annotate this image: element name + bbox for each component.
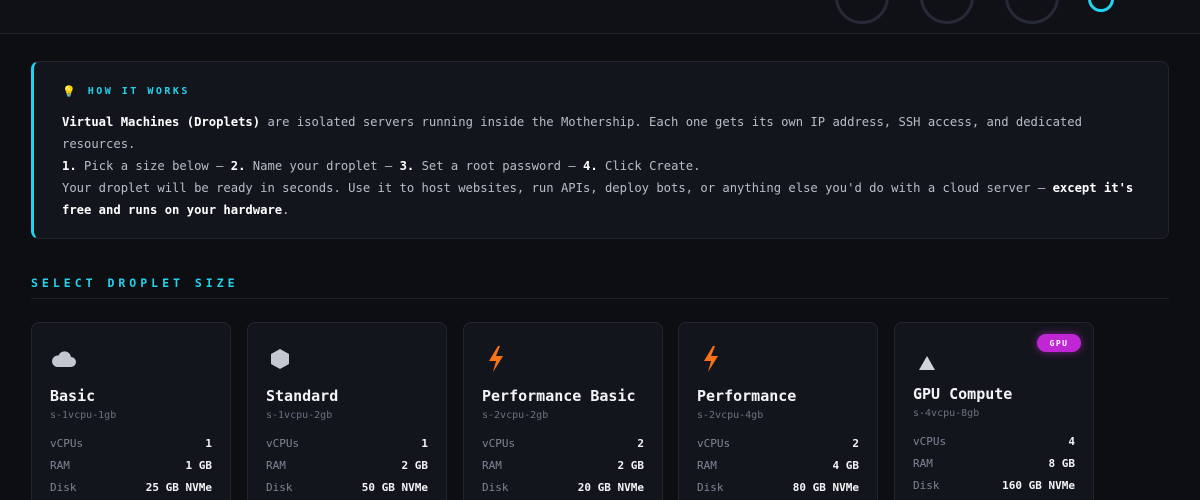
resource-gauge-3	[1005, 0, 1059, 24]
spec-disk: Disk 25 GB NVMe	[50, 480, 212, 494]
lightning-icon	[482, 345, 510, 373]
how-it-works-panel: 💡 HOW IT WORKS Virtual Machines (Droplet…	[31, 61, 1169, 239]
section-divider	[31, 298, 1169, 299]
spec-ram: RAM 2 GB	[266, 458, 428, 472]
card-name: Performance Basic	[482, 387, 636, 405]
card-slug: s-2vcpu-2gb	[482, 410, 549, 421]
spec-disk: Disk 50 GB NVMe	[266, 480, 428, 494]
spec-ram: RAM 8 GB	[913, 456, 1075, 470]
usage-paragraph: Your droplet will be ready in seconds. U…	[62, 181, 1134, 217]
droplet-size-card-standard[interactable]: Standard s-1vcpu-2gb vCPUs 1 RAM 2 GB Di…	[247, 322, 447, 500]
spec-vcpus: vCPUs 1	[50, 436, 212, 450]
how-it-works-title: HOW IT WORKS	[87, 85, 190, 97]
spec-vcpus: vCPUs 1	[266, 436, 428, 450]
spec-vcpus: vCPUs 2	[482, 436, 644, 450]
spec-ram: RAM 2 GB	[482, 458, 644, 472]
top-bar	[0, 0, 1200, 34]
spec-vcpus: vCPUs 2	[697, 436, 859, 450]
card-slug: s-1vcpu-2gb	[266, 410, 333, 421]
how-it-works-heading: 💡 HOW IT WORKS	[62, 84, 1140, 98]
card-name: GPU Compute	[913, 385, 1013, 403]
resource-gauge-1	[835, 0, 889, 24]
card-slug: s-2vcpu-4gb	[697, 410, 764, 421]
card-name: Basic	[50, 387, 96, 405]
intro-paragraph: Virtual Machines (Droplets) are isolated…	[62, 115, 1082, 151]
card-name: Performance	[697, 387, 797, 405]
status-indicator[interactable]	[1088, 0, 1114, 12]
droplet-size-card-basic[interactable]: Basic s-1vcpu-1gb vCPUs 1 RAM 1 GB Disk …	[31, 322, 231, 500]
select-size-heading: SELECT DROPLET SIZE	[31, 276, 239, 290]
spec-vcpus: vCPUs 4	[913, 434, 1075, 448]
card-slug: s-1vcpu-1gb	[50, 410, 117, 421]
hexagon-icon	[266, 345, 294, 373]
spec-ram: RAM 1 GB	[50, 458, 212, 472]
resource-gauge-2	[920, 0, 974, 24]
triangle-icon	[913, 349, 941, 377]
lightbulb-icon: 💡	[62, 84, 76, 98]
spec-disk: Disk 20 GB NVMe	[482, 480, 644, 494]
droplet-size-card-gpu-compute[interactable]: GPU GPU Compute s-4vcpu-8gb vCPUs 4 RAM …	[894, 322, 1094, 500]
card-slug: s-4vcpu-8gb	[913, 408, 980, 419]
steps-line: 1. Pick a size below — 2. Name your drop…	[62, 159, 701, 173]
droplet-size-card-performance[interactable]: Performance s-2vcpu-4gb vCPUs 2 RAM 4 GB…	[678, 322, 878, 500]
how-it-works-body: Virtual Machines (Droplets) are isolated…	[62, 111, 1140, 221]
lightning-icon	[697, 345, 725, 373]
spec-disk: Disk 160 GB NVMe	[913, 478, 1075, 492]
card-name: Standard	[266, 387, 339, 405]
cloud-icon	[50, 345, 78, 373]
spec-ram: RAM 4 GB	[697, 458, 859, 472]
droplet-size-card-performance-basic[interactable]: Performance Basic s-2vcpu-2gb vCPUs 2 RA…	[463, 322, 663, 500]
gpu-badge: GPU	[1037, 334, 1081, 352]
spec-disk: Disk 80 GB NVMe	[697, 480, 859, 494]
